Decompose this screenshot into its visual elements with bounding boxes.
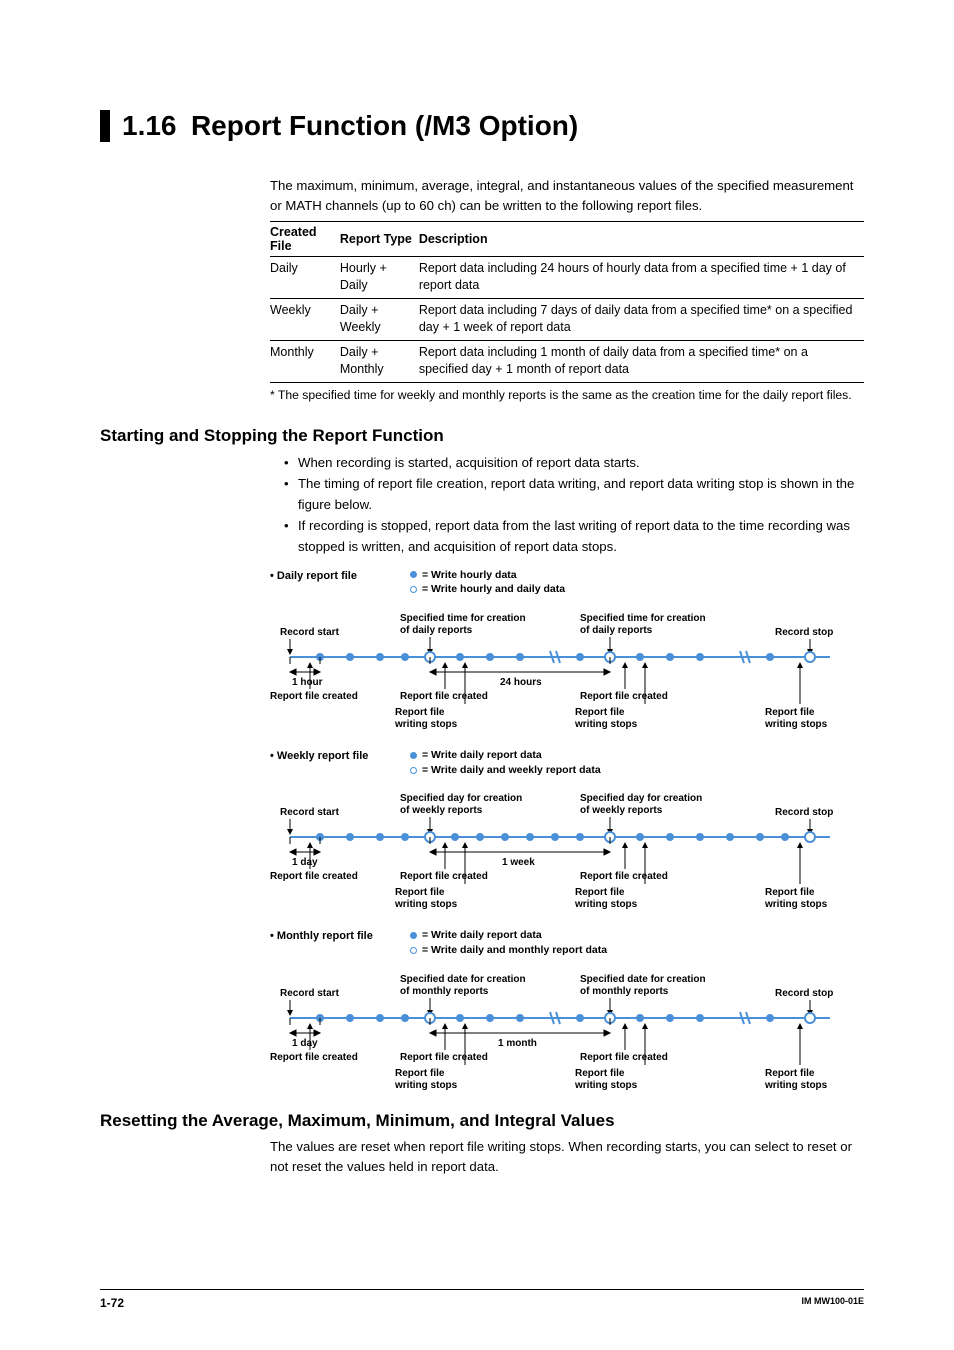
table-row: Monthly Daily + Monthly Report data incl… (270, 340, 864, 382)
svg-text:1 hour: 1 hour (292, 677, 323, 688)
svg-text:Record start: Record start (280, 807, 340, 818)
table-row: Weekly Daily + Weekly Report data includ… (270, 298, 864, 340)
svg-text:Record stop: Record stop (775, 627, 833, 638)
svg-text:1 month: 1 month (498, 1038, 537, 1049)
filled-dot-icon (410, 571, 417, 578)
report-table: Created File Report Type Description Dai… (270, 221, 864, 383)
svg-text:writing stops: writing stops (574, 719, 638, 730)
svg-text:writing stops: writing stops (574, 899, 638, 910)
svg-text:Report file: Report file (575, 707, 625, 718)
open-dot-icon (410, 947, 417, 954)
table-row: Daily Hourly + Daily Report data includi… (270, 256, 864, 298)
svg-text:of monthly reports: of monthly reports (400, 986, 489, 997)
svg-text:Report file: Report file (395, 887, 445, 898)
daily-timeline-svg: Record start Specified time for creation… (270, 607, 860, 732)
svg-text:24 hours: 24 hours (500, 677, 542, 688)
reset-body: The values are reset when report file wr… (270, 1137, 864, 1178)
th-desc: Description (419, 221, 864, 256)
svg-text:writing stops: writing stops (394, 899, 458, 910)
th-type: Report Type (340, 221, 419, 256)
intro-text: The maximum, minimum, average, integral,… (270, 176, 864, 217)
svg-text:of daily reports: of daily reports (400, 625, 473, 636)
svg-text:Report file: Report file (395, 707, 445, 718)
svg-text:writing stops: writing stops (764, 719, 828, 730)
section-title: Report Function (/M3 Option) (191, 110, 578, 141)
svg-text:writing stops: writing stops (764, 899, 828, 910)
svg-text:Report file: Report file (575, 887, 625, 898)
svg-text:Report file: Report file (765, 887, 815, 898)
svg-text:of weekly reports: of weekly reports (580, 805, 663, 816)
bullet-list: When recording is started, acquisition o… (284, 452, 864, 558)
section-header: 1.16 Report Function (/M3 Option) (100, 110, 864, 142)
open-dot-icon (410, 586, 417, 593)
svg-text:Report file created: Report file created (580, 871, 668, 882)
svg-text:of monthly reports: of monthly reports (580, 986, 669, 997)
svg-text:Specified day for creation: Specified day for creation (400, 793, 522, 804)
filled-dot-icon (410, 932, 417, 939)
svg-text:Record start: Record start (280, 988, 340, 999)
svg-text:Record start: Record start (280, 627, 340, 638)
svg-text:Specified date for creation: Specified date for creation (400, 974, 526, 985)
table-footnote: * The specified time for weekly and mont… (270, 387, 864, 404)
th-created: Created File (270, 221, 340, 256)
svg-text:Report file created: Report file created (270, 691, 358, 702)
list-item: If recording is stopped, report data fro… (284, 515, 864, 557)
svg-text:Specified time for creation: Specified time for creation (400, 613, 526, 624)
svg-text:1 day: 1 day (292, 857, 318, 868)
diagram-weekly: • Weekly report file = Write daily repor… (270, 750, 864, 912)
svg-text:of weekly reports: of weekly reports (400, 805, 483, 816)
diagrams-area: • Daily report file = Write hourly data … (270, 570, 864, 1093)
svg-text:writing stops: writing stops (764, 1080, 828, 1091)
open-dot-icon (410, 767, 417, 774)
monthly-timeline-svg: Record start Specified date for creation… (270, 968, 860, 1093)
svg-text:Record stop: Record stop (775, 807, 833, 818)
svg-text:Report file created: Report file created (400, 691, 488, 702)
svg-text:Report file: Report file (765, 707, 815, 718)
page-footer: 1-72 IM MW100-01E (100, 1289, 864, 1310)
svg-text:Report file created: Report file created (270, 871, 358, 882)
svg-text:writing stops: writing stops (394, 719, 458, 730)
diagram-daily: • Daily report file = Write hourly data … (270, 570, 864, 732)
svg-text:writing stops: writing stops (574, 1080, 638, 1091)
svg-text:Report file: Report file (395, 1068, 445, 1079)
svg-text:1 week: 1 week (502, 857, 535, 868)
svg-text:Report file created: Report file created (400, 1052, 488, 1063)
subheading-start-stop: Starting and Stopping the Report Functio… (100, 426, 864, 446)
svg-text:Specified date for creation: Specified date for creation (580, 974, 706, 985)
svg-text:Report file created: Report file created (580, 691, 668, 702)
svg-text:writing stops: writing stops (394, 1080, 458, 1091)
list-item: When recording is started, acquisition o… (284, 452, 864, 473)
doc-id: IM MW100-01E (801, 1296, 864, 1310)
svg-text:of daily reports: of daily reports (580, 625, 653, 636)
svg-text:Report file: Report file (575, 1068, 625, 1079)
page-number: 1-72 (100, 1296, 124, 1310)
svg-text:Specified time for creation: Specified time for creation (580, 613, 706, 624)
subheading-reset: Resetting the Average, Maximum, Minimum,… (100, 1111, 864, 1131)
svg-text:Report file created: Report file created (400, 871, 488, 882)
filled-dot-icon (410, 752, 417, 759)
svg-text:Report file: Report file (765, 1068, 815, 1079)
svg-text:1 day: 1 day (292, 1038, 318, 1049)
svg-text:Record stop: Record stop (775, 988, 833, 999)
svg-text:Report file created: Report file created (270, 1052, 358, 1063)
section-number: 1.16 (122, 110, 177, 141)
diagram-monthly: • Monthly report file = Write daily repo… (270, 930, 864, 1092)
weekly-timeline-svg: Record start Specified day for creation … (270, 787, 860, 912)
svg-text:Report file created: Report file created (580, 1052, 668, 1063)
list-item: The timing of report file creation, repo… (284, 473, 864, 515)
svg-text:Specified day for creation: Specified day for creation (580, 793, 702, 804)
